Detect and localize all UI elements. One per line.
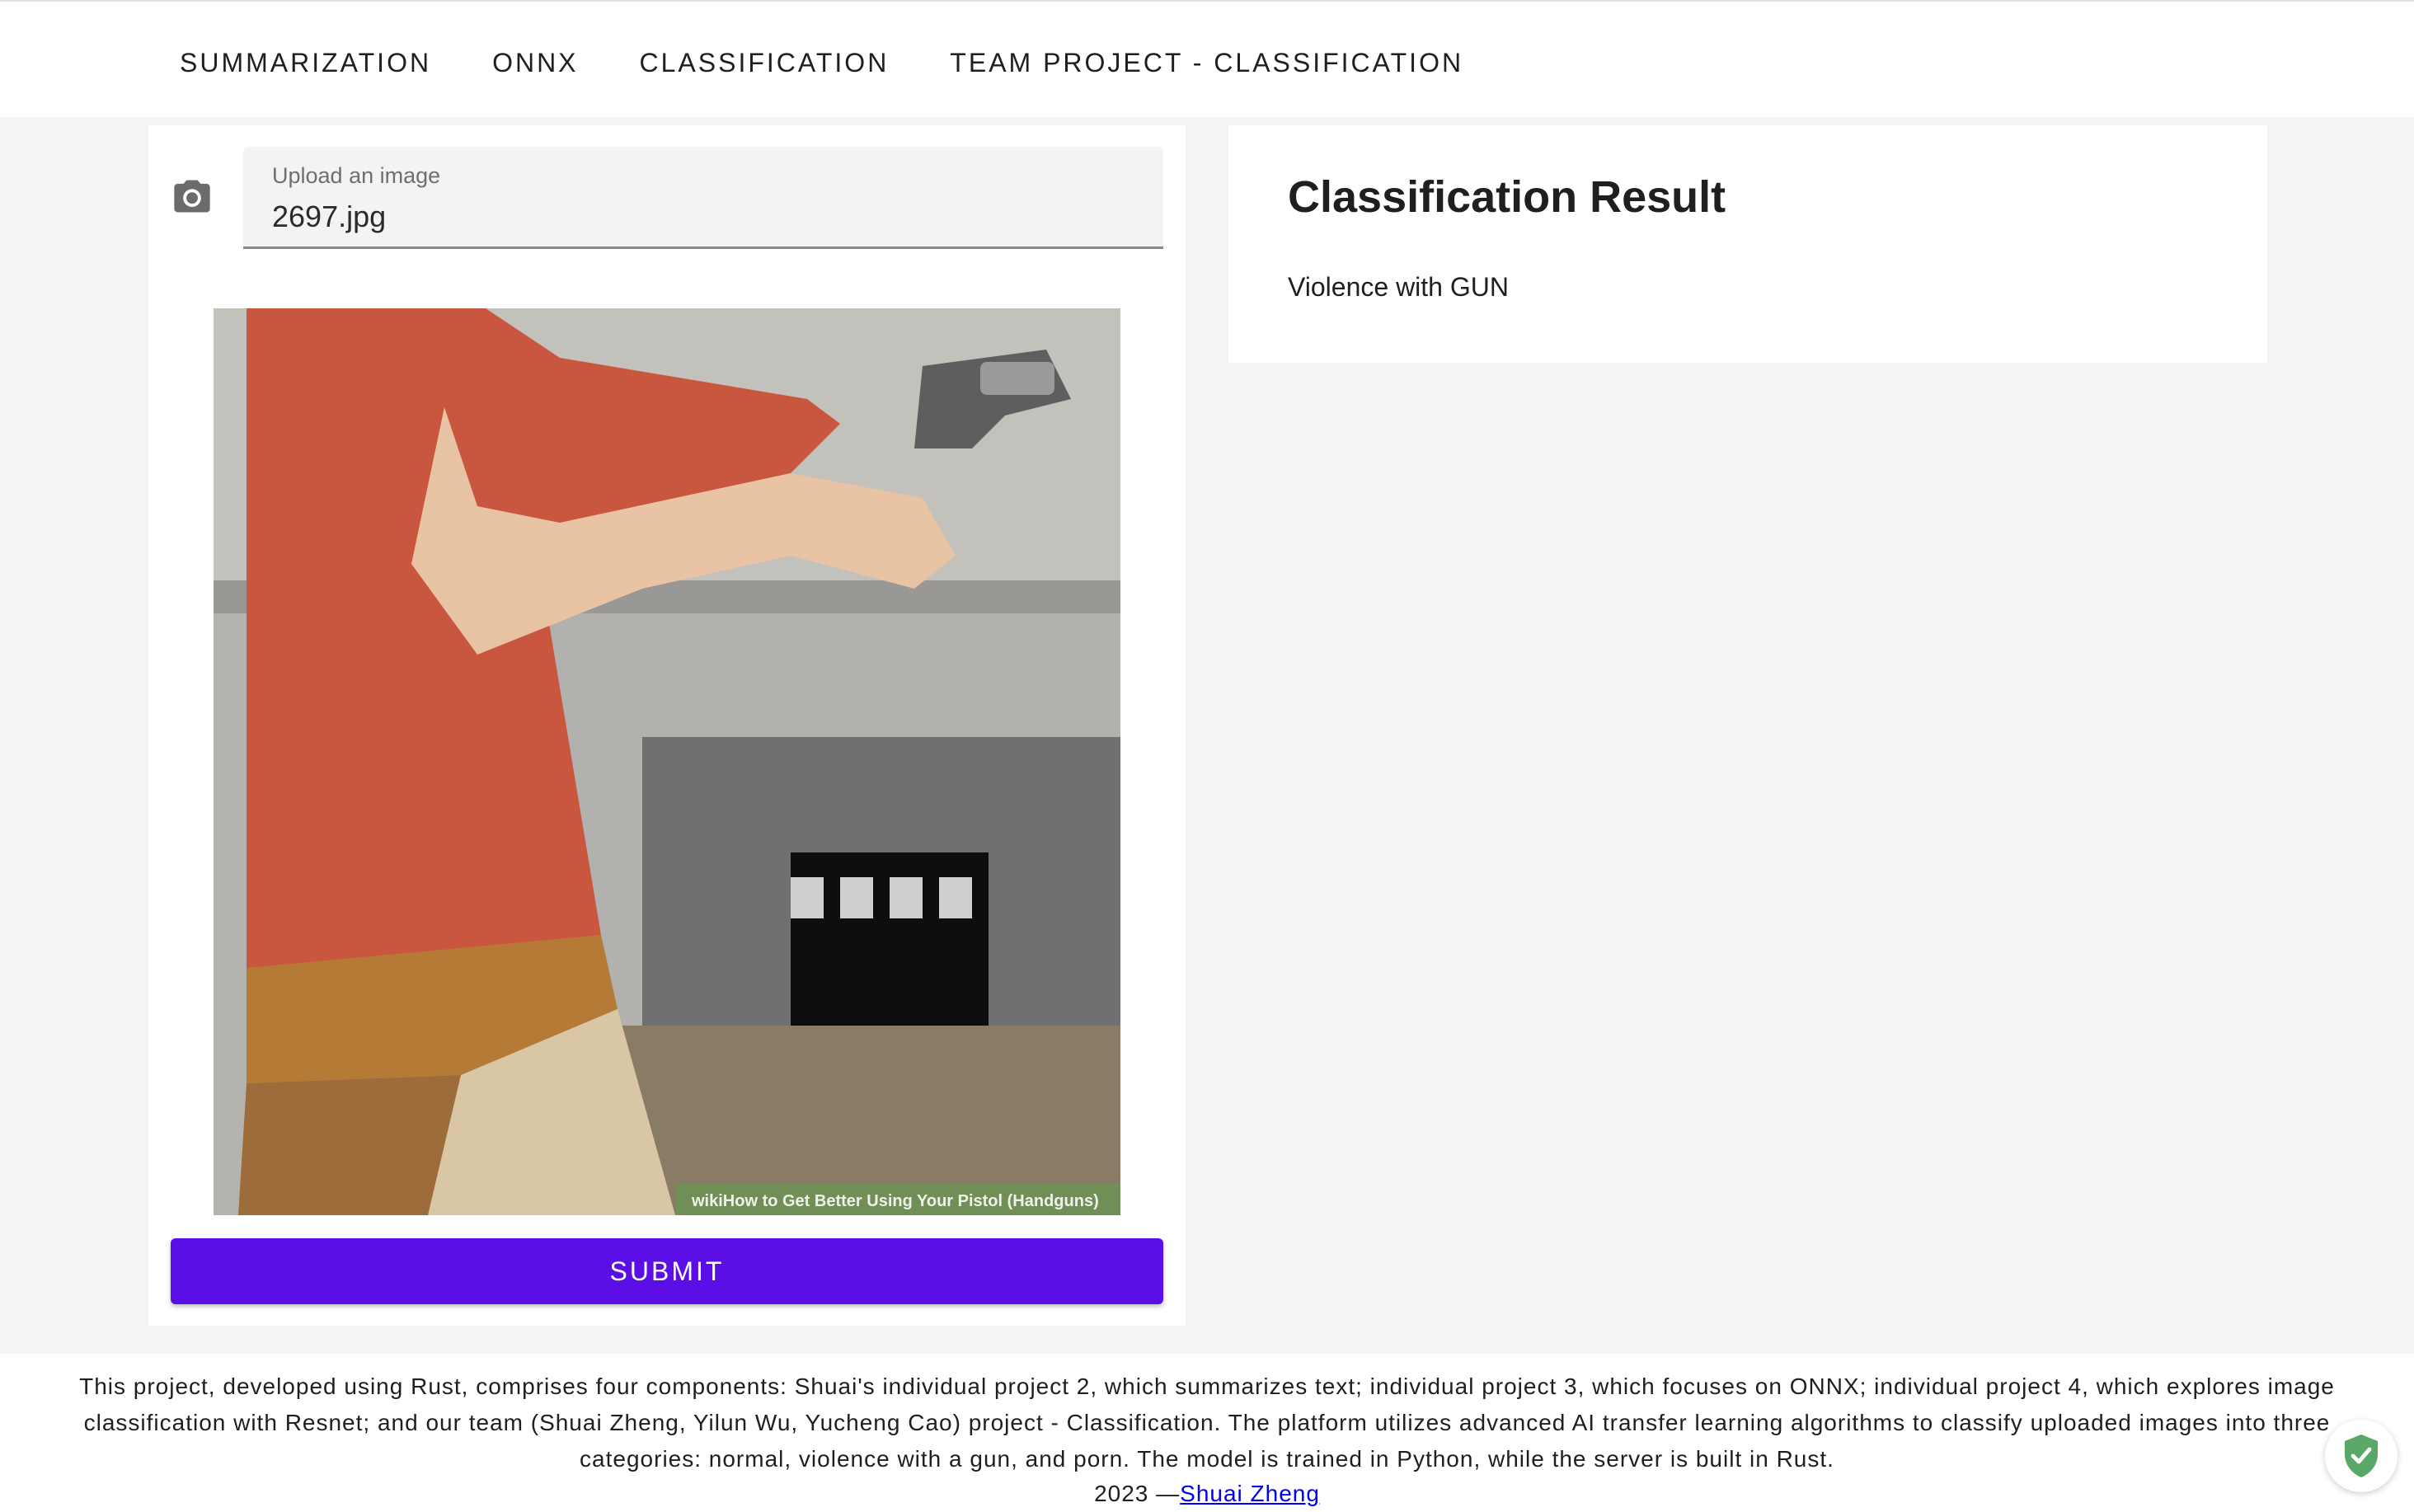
top-navigation-bar: SUMMARIZATION ONNX CLASSIFICATION TEAM P…: [0, 0, 2414, 117]
submit-button[interactable]: SUBMIT: [171, 1238, 1163, 1304]
nav-item-classification[interactable]: CLASSIFICATION: [640, 48, 890, 78]
footer-year: 2023 —: [1094, 1481, 1181, 1506]
upload-field-value: 2697.jpg: [272, 200, 387, 233]
image-watermark-text: wikiHow to Get Better Using Your Pistol …: [691, 1192, 1099, 1210]
footer-credit: 2023 —Shuai Zheng: [0, 1479, 2414, 1509]
upload-card: Upload an image 2697.jpg wikiHow to Get …: [148, 125, 1186, 1326]
nav-item-summarization[interactable]: SUMMARIZATION: [180, 48, 431, 78]
footer-description: This project, developed using Rust, comp…: [79, 1373, 2335, 1472]
image-upload-field[interactable]: Upload an image 2697.jpg: [243, 147, 1163, 249]
shield-check-icon[interactable]: [2325, 1420, 2398, 1492]
camera-icon[interactable]: [171, 175, 214, 218]
nav-item-team-project-classification[interactable]: TEAM PROJECT - CLASSIFICATION: [950, 48, 1463, 78]
author-link[interactable]: Shuai Zheng: [1180, 1481, 1320, 1506]
uploaded-image-preview: wikiHow to Get Better Using Your Pistol …: [214, 308, 1120, 1215]
upload-field-label: Upload an image: [272, 163, 441, 188]
result-title: Classification Result: [1288, 172, 1726, 222]
classification-result-card: Classification Result Violence with GUN: [1228, 125, 2267, 363]
nav-item-onnx[interactable]: ONNX: [492, 48, 578, 78]
page-footer: This project, developed using Rust, comp…: [0, 1354, 2414, 1512]
result-text: Violence with GUN: [1288, 272, 1509, 302]
main-nav: SUMMARIZATION ONNX CLASSIFICATION TEAM P…: [180, 48, 1524, 78]
